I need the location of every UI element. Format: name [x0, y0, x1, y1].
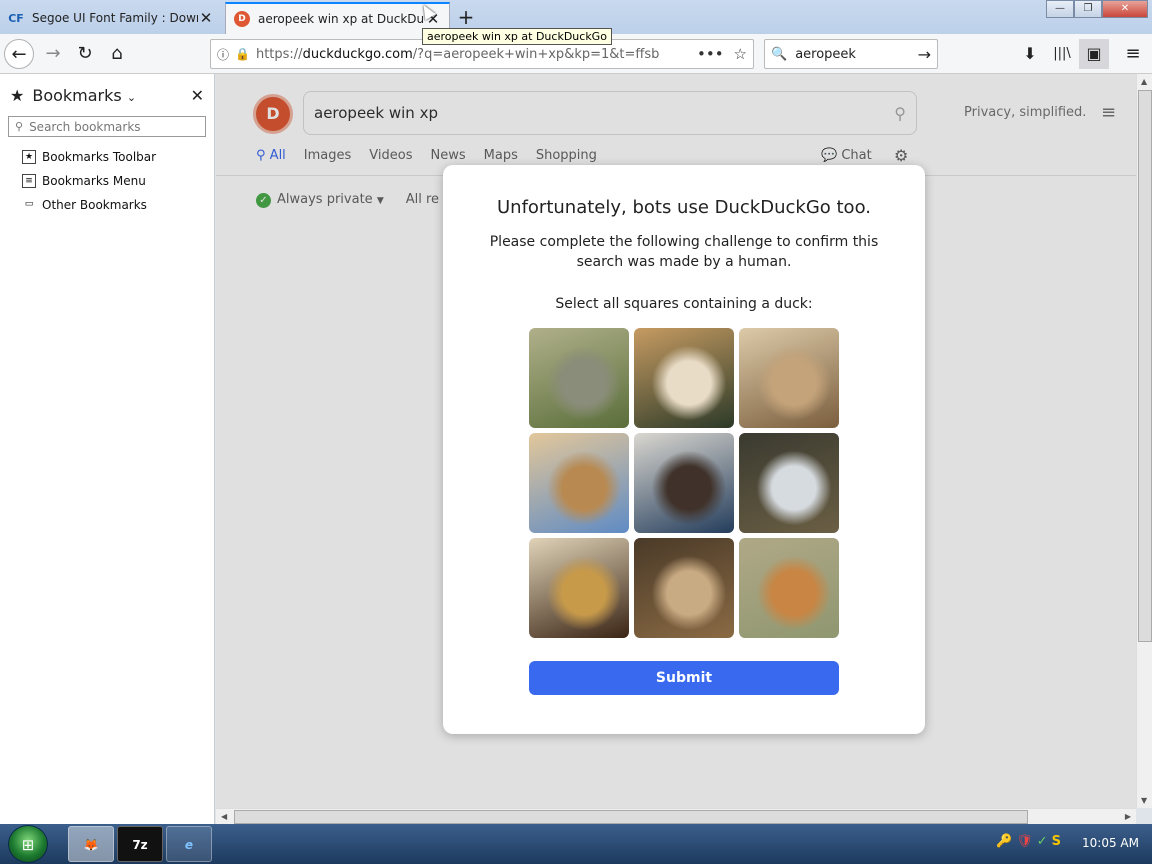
scroll-up-icon: ▲ [1141, 77, 1148, 86]
search-bookmarks-input[interactable]: ⚲ Search bookmarks [8, 116, 206, 137]
captcha-tile-ducks[interactable] [739, 433, 839, 533]
downloads-icon[interactable]: ⬇ [1015, 39, 1045, 69]
window-controls: — ❐ ✕ [1046, 0, 1148, 18]
task-7zip[interactable]: 7z [117, 826, 163, 862]
sidebar-item-other-bookmarks[interactable]: ▭ Other Bookmarks [0, 193, 214, 217]
shield-icon[interactable]: 🛡 [1016, 834, 1033, 849]
start-button[interactable]: ⊞ [8, 825, 48, 863]
captcha-tile-tiger[interactable] [739, 538, 839, 638]
forward-button[interactable]: → [38, 39, 68, 69]
captcha-tile-giraffe[interactable] [529, 433, 629, 533]
taskbar: ⊞ 🦊 7z e 🔑 🛡 ✓ S 10:05 AM [0, 824, 1152, 864]
search-go-icon[interactable]: → [918, 45, 931, 64]
other-folder-icon: ▭ [24, 199, 34, 209]
task-ie[interactable]: e [166, 826, 212, 862]
captcha-tile-squirrel[interactable] [529, 328, 629, 428]
reload-button[interactable]: ↻ [70, 39, 100, 69]
bookmarks-sidebar: ★ Bookmarks ⌄ ✕ ⚲ Search bookmarks ★ Boo… [0, 74, 215, 824]
lock-icon: 🔒 [235, 47, 250, 61]
search-icon: ⚲ [15, 120, 24, 133]
bookmark-star-icon[interactable]: ☆ [734, 45, 747, 63]
menu-folder-icon: ≡ [22, 174, 36, 188]
search-bar[interactable]: 🔍 aeropeek → [764, 39, 938, 69]
search-icon: 🔍 [771, 46, 788, 62]
scroll-right-icon: ▶ [1124, 812, 1131, 821]
library-icon[interactable]: |||\ [1047, 39, 1077, 69]
sidebar-item-bookmarks-menu[interactable]: ≡ Bookmarks Menu [0, 169, 214, 193]
duckduckgo-favicon-icon: D [234, 11, 250, 27]
s-app-icon[interactable]: S [1052, 834, 1061, 849]
home-button[interactable]: ⌂ [102, 39, 132, 69]
captcha-description: Please complete the following challenge … [489, 234, 879, 270]
scroll-down-icon: ▼ [1141, 796, 1148, 805]
captcha-tile-owl[interactable] [634, 328, 734, 428]
key-icon[interactable]: 🔑 [996, 834, 1012, 849]
toolbar-folder-icon: ★ [22, 150, 36, 164]
maximize-button[interactable]: ❐ [1074, 0, 1102, 18]
chevron-down-icon: ⌄ [126, 90, 137, 104]
star-icon: ★ [10, 85, 25, 105]
url-text[interactable]: https://duckduckgo.com/?q=aeropeek+win+x… [256, 47, 697, 62]
horizontal-scrollbar[interactable]: ◀ ▶ [216, 808, 1136, 824]
close-window-button[interactable]: ✕ [1102, 0, 1148, 18]
tab-title: aeropeek win xp at DuckDuckGo [258, 12, 425, 26]
system-tray: 🔑 🛡 ✓ S [996, 834, 1061, 849]
scroll-left-icon: ◀ [221, 812, 228, 821]
captcha-tile-giraffe[interactable] [529, 538, 629, 638]
cf-favicon-icon: CF [8, 11, 24, 25]
page-actions-icon[interactable]: ••• [697, 45, 724, 63]
captcha-tile-cobra[interactable] [634, 538, 734, 638]
sidebar-toggle-icon[interactable]: ▣ [1079, 39, 1109, 69]
minimize-button[interactable]: — [1046, 0, 1074, 18]
tab-duckduckgo[interactable]: D aeropeek win xp at DuckDuckGo ✕ [225, 2, 450, 34]
captcha-prompt: Select all squares containing a duck: [555, 296, 813, 312]
search-input[interactable]: aeropeek [795, 47, 917, 62]
vertical-scrollbar[interactable]: ▲ ▼ [1136, 74, 1152, 808]
tab-tooltip: aeropeek win xp at DuckDuckGo [422, 28, 612, 45]
sidebar-header: ★ Bookmarks ⌄ ✕ [0, 74, 214, 116]
new-tab-button[interactable]: + [455, 4, 477, 30]
close-tab-icon[interactable]: ✕ [198, 9, 214, 27]
tab-title: Segoe UI Font Family : Downl [32, 11, 198, 25]
horizontal-scroll-thumb[interactable] [234, 810, 1028, 824]
tab-segoe-ui[interactable]: CF Segoe UI Font Family : Downl ✕ [0, 2, 222, 34]
close-sidebar-icon[interactable]: ✕ [191, 86, 204, 105]
info-icon[interactable]: ⓘ [217, 46, 229, 63]
clock: 10:05 AM [1082, 836, 1139, 850]
submit-button[interactable]: Submit [529, 661, 839, 695]
captcha-tile-duckling[interactable] [739, 328, 839, 428]
web-page: D aeropeek win xp ⚲ Privacy, simplified.… [216, 74, 1136, 808]
sidebar-item-bookmarks-toolbar[interactable]: ★ Bookmarks Toolbar [0, 145, 214, 169]
sidebar-title[interactable]: Bookmarks ⌄ [32, 86, 190, 105]
vertical-scroll-thumb[interactable] [1138, 90, 1152, 642]
captcha-title: Unfortunately, bots use DuckDuckGo too. [497, 197, 871, 218]
captcha-modal: Unfortunately, bots use DuckDuckGo too. … [443, 165, 925, 734]
captcha-image-grid [529, 328, 839, 638]
captcha-tile-duck[interactable] [634, 433, 734, 533]
task-firefox[interactable]: 🦊 [68, 826, 114, 862]
check-icon[interactable]: ✓ [1037, 834, 1048, 849]
back-button[interactable]: ← [4, 39, 34, 69]
menu-icon[interactable]: ≡ [1118, 39, 1148, 69]
